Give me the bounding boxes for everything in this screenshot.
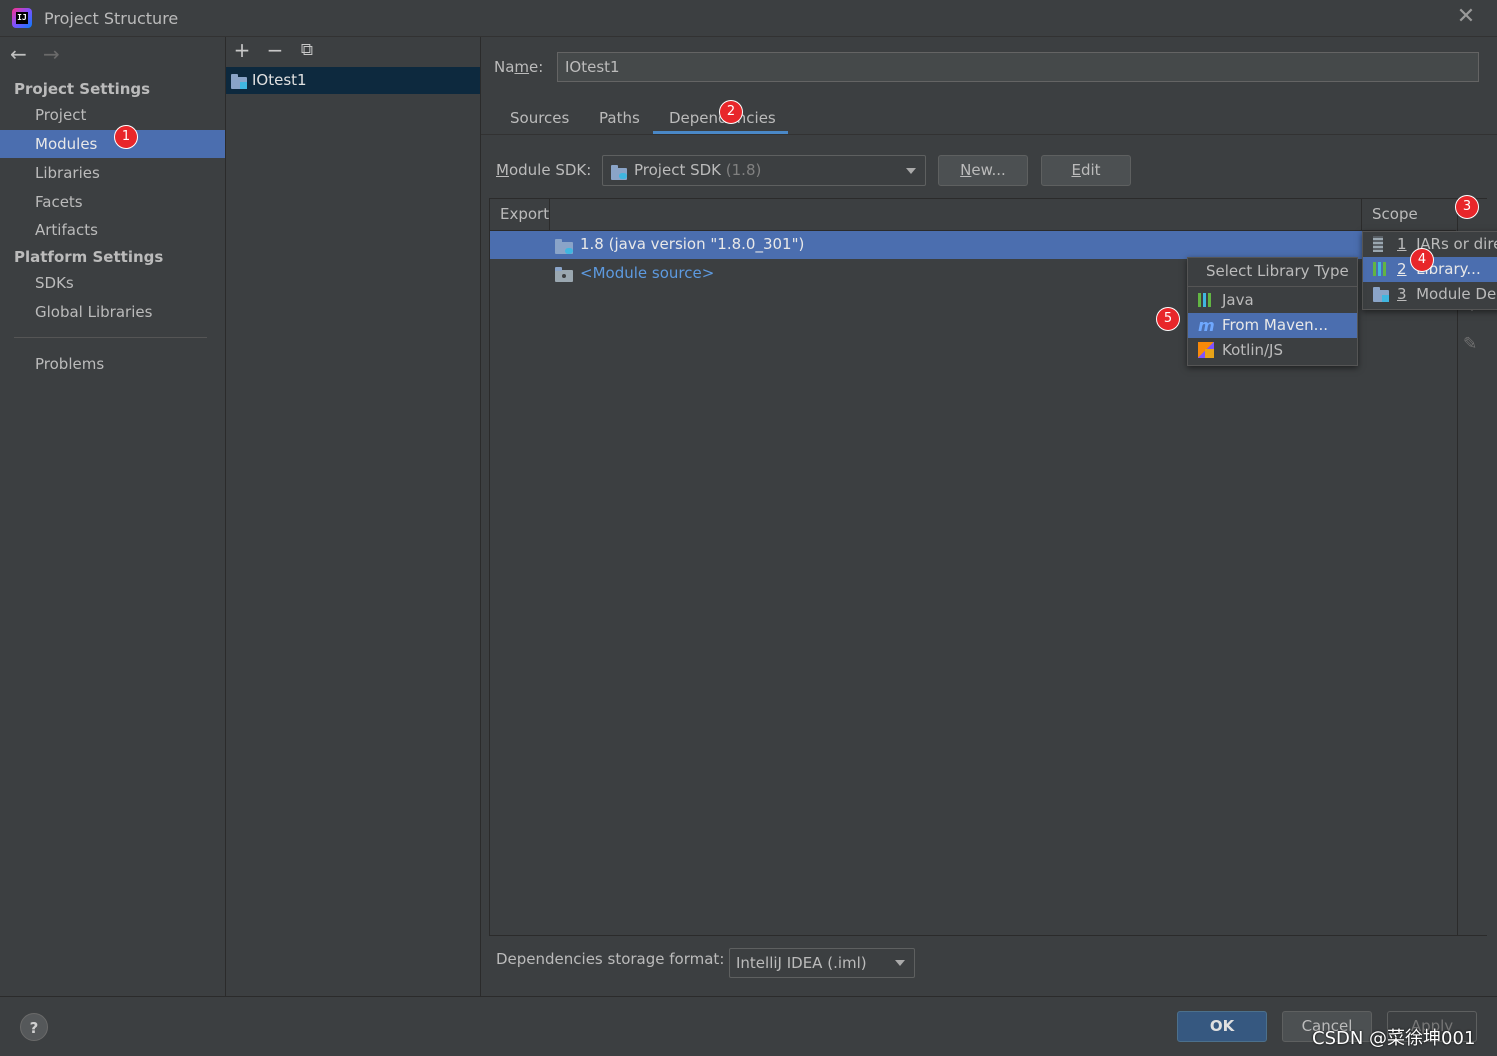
step-marker-4: 4: [1411, 249, 1433, 271]
forward-arrow-icon[interactable]: →: [43, 42, 60, 66]
intellij-logo-icon: IJ: [12, 8, 32, 28]
footer-divider: [0, 996, 1497, 997]
module-sdk-value: Project SDK (1.8): [634, 161, 762, 179]
export-column-header[interactable]: Export: [500, 205, 549, 223]
add-module-icon[interactable]: +: [232, 40, 252, 60]
chevron-down-icon: [906, 168, 916, 174]
table-header: [490, 199, 1456, 231]
dependency-module-source-label[interactable]: <Module source>: [580, 264, 714, 282]
window-title: Project Structure: [44, 9, 179, 28]
logo-text: IJ: [16, 12, 28, 24]
ok-button[interactable]: OK: [1177, 1011, 1267, 1042]
add-module-dependency-menu-item[interactable]: 3 Module De: [1363, 282, 1497, 307]
module-name-input[interactable]: IOtest1: [557, 52, 1479, 82]
sidebar-item-facets[interactable]: Facets: [0, 188, 225, 216]
library-icon: [1373, 262, 1389, 276]
sidebar-item-global-libraries[interactable]: Global Libraries: [0, 298, 225, 326]
sidebar-item-libraries[interactable]: Libraries: [0, 159, 225, 187]
chevron-down-icon: [895, 960, 905, 966]
tabs-divider: [481, 134, 1497, 135]
storage-format-label: Dependencies storage format:: [496, 950, 725, 968]
sidebar-item-artifacts[interactable]: Artifacts: [0, 216, 225, 244]
module-folder-icon: [231, 74, 247, 89]
dependency-jdk-label: 1.8 (java version "1.8.0_301"): [580, 235, 805, 253]
tab-sources[interactable]: Sources: [510, 109, 569, 127]
sidebar-item-sdks[interactable]: SDKs: [0, 269, 225, 297]
sidebar-item-problems[interactable]: Problems: [0, 350, 225, 378]
maven-icon: m: [1198, 316, 1215, 335]
name-label: Name:: [494, 58, 544, 76]
jar-icon: [1373, 236, 1383, 252]
platform-settings-heading: Platform Settings: [14, 248, 164, 266]
edit-sdk-button[interactable]: Edit: [1041, 155, 1131, 186]
close-icon[interactable]: ✕: [1456, 6, 1476, 28]
project-settings-heading: Project Settings: [14, 80, 151, 98]
step-marker-3: 3: [1456, 196, 1478, 218]
column-separator: [1361, 199, 1362, 230]
java-library-menu-item[interactable]: Java: [1188, 288, 1357, 313]
select-library-type-title: Select Library Type: [1206, 262, 1349, 280]
kotlin-js-menu-item[interactable]: Kotlin/JS: [1188, 338, 1357, 363]
jdk-folder-icon: [555, 239, 573, 254]
step-marker-5: 5: [1157, 308, 1179, 330]
menu-divider: [1188, 286, 1357, 287]
from-maven-menu-item[interactable]: m From Maven...: [1188, 313, 1357, 338]
help-button[interactable]: ?: [20, 1013, 48, 1041]
java-library-icon: [1198, 293, 1214, 307]
back-arrow-icon[interactable]: ←: [10, 42, 27, 66]
watermark: CSDN @菜徐坤001: [1312, 1028, 1476, 1049]
module-name-label: IOtest1: [252, 71, 307, 89]
sdk-folder-icon: [611, 165, 627, 180]
tab-paths[interactable]: Paths: [599, 109, 640, 127]
module-source-folder-icon: [555, 267, 573, 282]
module-list-panel: [226, 37, 481, 997]
module-sdk-label: Module SDK:: [496, 161, 592, 179]
remove-module-icon[interactable]: −: [265, 40, 285, 60]
step-marker-1: 1: [115, 126, 137, 148]
module-icon: [1373, 287, 1391, 302]
edit-pencil-icon[interactable]: ✎: [1463, 334, 1477, 354]
kotlin-js-icon: [1198, 342, 1214, 358]
copy-module-icon[interactable]: ⧉: [297, 40, 317, 60]
column-separator: [549, 199, 550, 230]
sidebar-item-modules[interactable]: Modules: [0, 130, 225, 158]
storage-format-value: IntelliJ IDEA (.iml): [736, 954, 867, 972]
new-sdk-button[interactable]: New...: [938, 155, 1028, 186]
step-marker-2: 2: [720, 101, 742, 123]
title-bar: [0, 0, 1497, 37]
sidebar-item-project[interactable]: Project: [0, 101, 225, 129]
sidebar-divider: [14, 337, 207, 338]
scope-column-header[interactable]: Scope: [1372, 205, 1418, 223]
